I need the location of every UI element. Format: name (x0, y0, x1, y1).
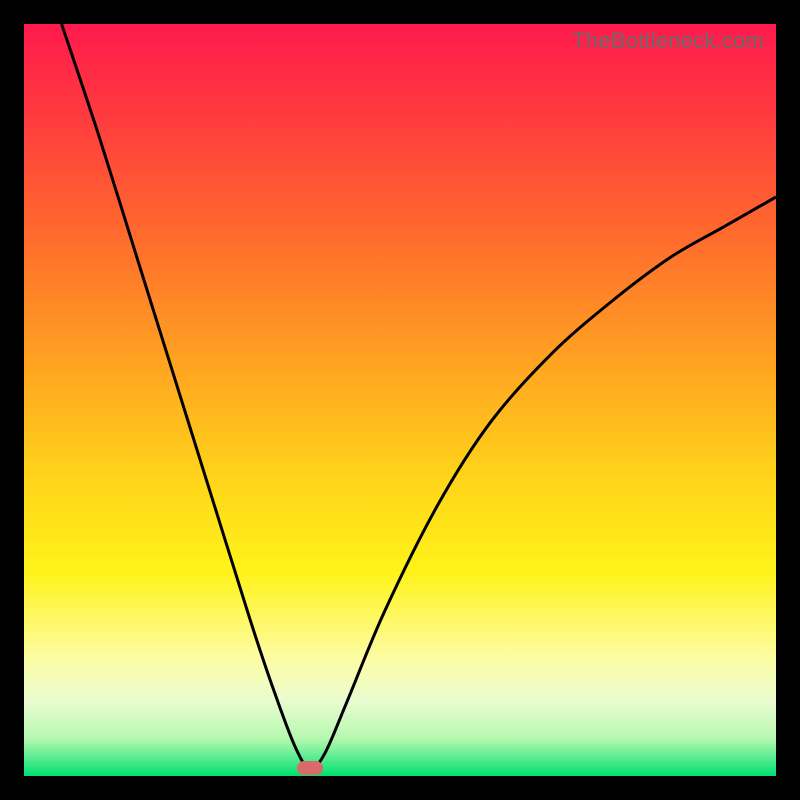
plot-area: TheBottleneck.com (24, 24, 776, 776)
optimal-marker (297, 761, 323, 775)
bottleneck-curve (24, 24, 776, 776)
chart-container: TheBottleneck.com (0, 0, 800, 800)
curve-path (62, 24, 776, 769)
